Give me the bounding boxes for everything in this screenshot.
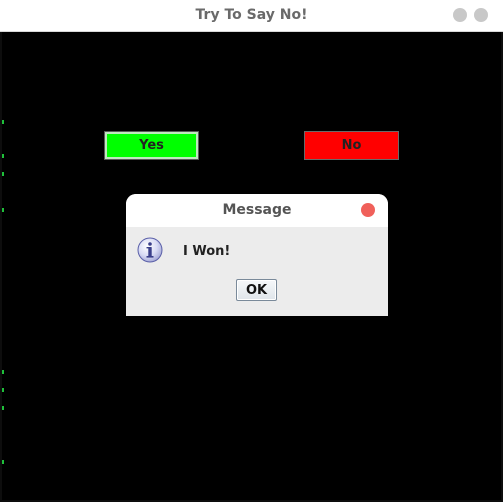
edge-mark (2, 172, 4, 176)
app-window: Try To Say No! Yes No Message I Won! OK (0, 0, 503, 502)
edge-mark (2, 388, 4, 392)
edge-mark (2, 406, 4, 410)
edge-mark (2, 154, 4, 158)
message-dialog: Message I Won! OK (126, 194, 388, 316)
edge-mark (2, 208, 4, 212)
window-title: Try To Say No! (195, 7, 308, 23)
edge-mark (2, 370, 4, 374)
ok-button[interactable]: OK (236, 279, 277, 301)
info-icon (137, 237, 163, 263)
no-button[interactable]: No (304, 131, 399, 160)
dialog-close-button[interactable] (361, 203, 375, 217)
minimize-button[interactable] (453, 8, 467, 22)
window-titlebar[interactable]: Try To Say No! (0, 0, 503, 32)
edge-mark (2, 460, 4, 464)
dialog-message: I Won! (183, 244, 231, 259)
close-window-button[interactable] (474, 8, 488, 22)
edge-mark (2, 120, 4, 124)
yes-button[interactable]: Yes (104, 131, 199, 160)
dialog-header[interactable]: Message (126, 194, 388, 227)
dialog-title: Message (222, 202, 292, 218)
